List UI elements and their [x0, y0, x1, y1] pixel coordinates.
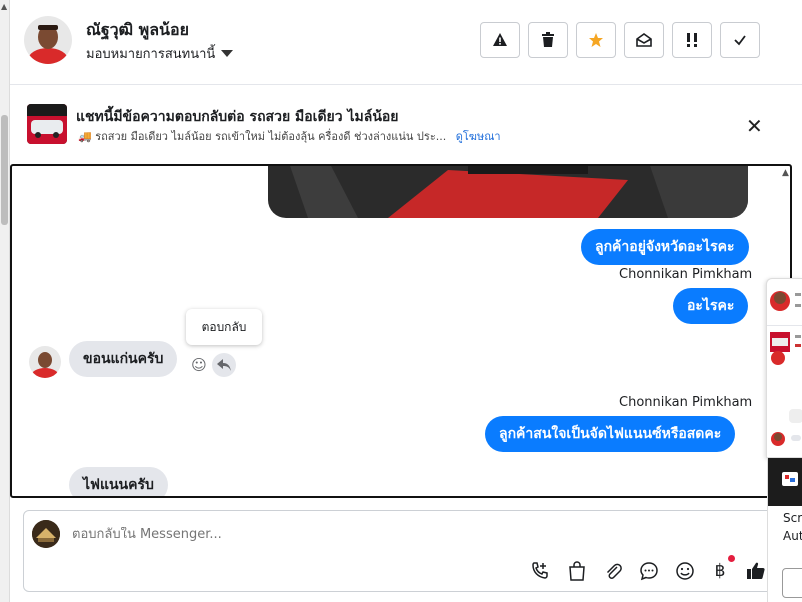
banner-description: 🚚 รถสวย มือเดียว ไมล์น้อย รถเข้าใหม่ ไม่…	[78, 130, 447, 143]
emoji-reaction-icon[interactable]: ☺	[187, 353, 211, 377]
conversation-header: ณัฐวุฒิ พูลน้อย มอบหมายการสนทนานี้	[10, 0, 802, 85]
banner-subtitle: 🚚 รถสวย มือเดียว ไมล์น้อย รถเข้าใหม่ ไม่…	[78, 127, 501, 145]
contact-avatar[interactable]	[29, 346, 61, 378]
side-panel-line: Scr	[783, 511, 802, 525]
contact-avatar[interactable]	[24, 16, 72, 64]
thumbs-up-icon[interactable]	[744, 559, 768, 583]
close-icon[interactable]: ✕	[746, 114, 763, 138]
paperclip-icon[interactable]	[601, 559, 625, 583]
delete-button[interactable]	[528, 22, 568, 58]
reply-composer: ฿	[23, 510, 783, 592]
emoji-icon[interactable]	[673, 559, 697, 583]
message-sender-name: Chonnikan Pimkham	[619, 395, 753, 410]
ad-context-banner: แชทนี้มีข้อความตอบกลับต่อ รถสวย มือเดียว…	[10, 86, 802, 164]
message-sender-name: Chonnikan Pimkham	[619, 267, 753, 282]
outgoing-message[interactable]: อะไรคะ	[673, 288, 749, 324]
contact-name[interactable]: ณัฐวุฒิ พูลน้อย	[86, 18, 189, 43]
side-panel-header	[768, 458, 802, 506]
message-input[interactable]	[72, 527, 672, 542]
side-panel-widget: Scr Aut	[767, 458, 802, 602]
scroll-up-arrow-icon[interactable]: ▲	[782, 168, 789, 178]
chevron-down-icon	[221, 50, 234, 57]
reply-icon[interactable]	[212, 353, 236, 377]
banner-title: แชทนี้มีข้อความตอบกลับต่อ รถสวย มือเดียว…	[76, 109, 399, 125]
outgoing-message[interactable]: ลูกค้าอยู่จังหวัดอะไรคะ	[581, 229, 749, 265]
priority-button[interactable]	[672, 22, 712, 58]
incoming-message[interactable]: ขอนแก่นครับ	[69, 341, 178, 377]
baht-icon[interactable]: ฿	[708, 559, 732, 583]
check-icon	[734, 35, 746, 46]
car-interior-photo[interactable]	[268, 166, 748, 218]
assign-conversation-dropdown[interactable]: มอบหมายการสนทนานี้	[86, 43, 234, 64]
side-panel-line: Aut	[783, 529, 802, 543]
side-panel-button[interactable]	[782, 568, 802, 598]
star-icon	[589, 33, 603, 47]
scrollbar-thumb[interactable]	[1, 115, 8, 225]
reply-tooltip: ตอบกลับ	[186, 309, 262, 345]
call-add-icon[interactable]	[528, 559, 552, 583]
message-thread[interactable]: ▲ ลูกค้าอยู่จังหวัดอะไรคะ Chonnikan Pimk…	[10, 164, 792, 498]
view-ad-link[interactable]: ดูโฆษณา	[456, 130, 501, 143]
page-scrollbar[interactable]: ▲	[0, 0, 10, 602]
assign-label: มอบหมายการสนทนานี้	[86, 47, 216, 62]
page-avatar	[32, 520, 60, 548]
ad-thumbnail	[27, 104, 67, 144]
warning-icon	[493, 33, 507, 46]
chat-bubble-icon[interactable]	[637, 559, 661, 583]
bag-icon[interactable]	[565, 559, 589, 583]
floating-chat-preview[interactable]	[766, 278, 802, 458]
envelope-open-icon	[636, 33, 652, 47]
messenger-inbox-page: ▲ ณัฐวุฒิ พูลน้อย มอบหมายการสนทนานี้ แชท…	[0, 0, 802, 602]
scroll-up-arrow-icon[interactable]: ▲	[1, 2, 7, 11]
incoming-message[interactable]: ไฟแนนครับ	[69, 467, 168, 496]
outgoing-message[interactable]: ลูกค้าสนใจเป็นจัดไฟแนนซ์หรือสดคะ	[485, 416, 736, 452]
done-button[interactable]	[720, 22, 760, 58]
exclamation-icon	[687, 33, 697, 47]
mark-unread-button[interactable]	[624, 22, 664, 58]
notification-dot	[728, 555, 735, 562]
star-button[interactable]	[576, 22, 616, 58]
report-button[interactable]	[480, 22, 520, 58]
trash-icon	[542, 32, 554, 47]
